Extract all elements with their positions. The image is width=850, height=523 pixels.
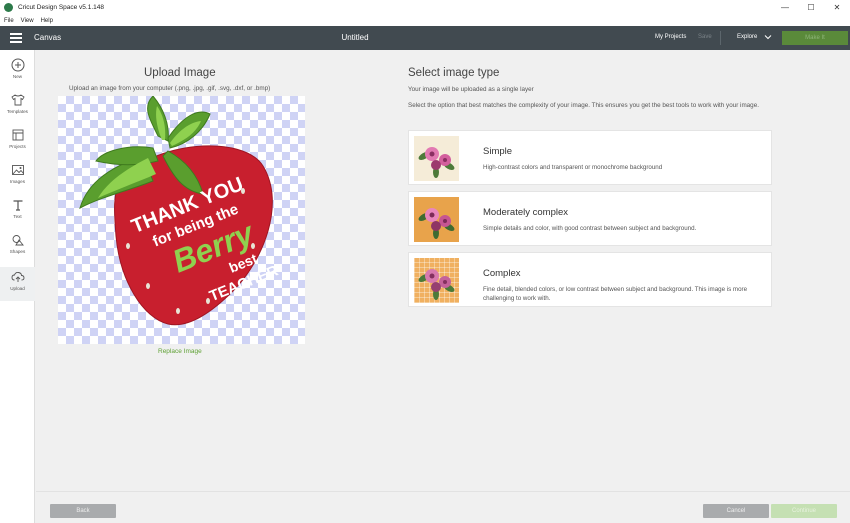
- close-button[interactable]: ✕: [824, 0, 850, 15]
- shapes-icon: [12, 235, 24, 246]
- sidebar-item-label: Text: [13, 214, 22, 219]
- sidebar-item-images[interactable]: Images: [0, 160, 35, 194]
- strawberry-artwork: THANK YOU for being the Berry best TEACH…: [79, 96, 281, 326]
- sidebar-item-upload[interactable]: Upload: [0, 267, 35, 301]
- window-title-bar: Cricut Design Space v5.1.148 — ☐ ✕: [0, 0, 850, 15]
- sidebar-item-label: Projects: [9, 144, 26, 149]
- option-simple[interactable]: Simple High-contrast colors and transpar…: [408, 130, 772, 185]
- projects-icon: [12, 129, 23, 141]
- header-divider: [720, 31, 721, 45]
- left-sidebar: New Templates Projects Images Text Shape…: [0, 50, 35, 523]
- option-title: Moderately complex: [483, 207, 569, 218]
- document-title[interactable]: Untitled: [0, 33, 710, 42]
- upload-title: Upload Image: [144, 67, 216, 79]
- sidebar-item-label: Images: [9, 179, 26, 184]
- moderate-thumbnail: [414, 197, 459, 242]
- simple-thumbnail: [414, 136, 459, 181]
- plus-circle-icon: [11, 58, 24, 72]
- sidebar-item-text[interactable]: Text: [0, 195, 35, 229]
- image-type-title: Select image type: [408, 67, 500, 79]
- option-description: Fine detail, blended colors, or low cont…: [483, 286, 748, 302]
- app-logo-icon: [4, 3, 13, 12]
- sidebar-item-label: Shapes: [9, 249, 26, 254]
- replace-image-link[interactable]: Replace Image: [158, 348, 202, 355]
- sidebar-item-shapes[interactable]: Shapes: [0, 230, 35, 264]
- flower-icon: [418, 147, 455, 178]
- option-description: High-contrast colors and transparent or …: [483, 164, 663, 171]
- option-title: Simple: [483, 146, 513, 157]
- cancel-button[interactable]: Cancel: [703, 504, 769, 518]
- flower-icon: [418, 269, 455, 300]
- sidebar-item-templates[interactable]: Templates: [0, 90, 35, 124]
- option-title: Complex: [483, 268, 521, 279]
- chevron-down-icon[interactable]: [764, 33, 772, 43]
- menu-file[interactable]: File: [4, 18, 14, 24]
- option-complex[interactable]: Complex Fine detail, blended colors, or …: [408, 252, 772, 307]
- menu-help[interactable]: Help: [41, 18, 53, 24]
- image-type-description: Select the option that best matches the …: [408, 102, 759, 109]
- save-link[interactable]: Save: [698, 34, 712, 40]
- upload-subtitle: Upload an image from your computer (.png…: [69, 85, 271, 92]
- option-description: Simple details and color, with good cont…: [483, 225, 697, 232]
- single-layer-note: Your image will be uploaded as a single …: [408, 86, 534, 93]
- maximize-button[interactable]: ☐: [798, 0, 824, 15]
- explore-menu[interactable]: Explore: [737, 34, 757, 40]
- shirt-icon: [10, 94, 25, 106]
- window-title: Cricut Design Space v5.1.148: [18, 4, 104, 11]
- image-preview: THANK YOU for being the Berry best TEACH…: [58, 96, 305, 344]
- my-projects-link[interactable]: My Projects: [655, 34, 686, 40]
- text-icon: [13, 200, 22, 211]
- back-button[interactable]: Back: [50, 504, 116, 518]
- footer-bar: Back Cancel Continue: [36, 491, 850, 523]
- make-it-button[interactable]: Make It: [782, 31, 848, 45]
- sidebar-item-label: Upload: [10, 286, 25, 291]
- app-header: Canvas Untitled My Projects Save Explore…: [0, 26, 850, 50]
- sidebar-item-projects[interactable]: Projects: [0, 125, 35, 159]
- menu-bar: File View Help: [0, 15, 850, 26]
- upload-icon: [11, 271, 24, 282]
- sidebar-item-label: New: [12, 74, 23, 79]
- flower-icon: [418, 208, 455, 239]
- option-moderately-complex[interactable]: Moderately complex Simple details and co…: [408, 191, 772, 246]
- sidebar-item-label: Templates: [7, 109, 28, 114]
- complex-thumbnail: [414, 258, 459, 303]
- menu-view[interactable]: View: [21, 18, 34, 24]
- image-icon: [11, 165, 24, 175]
- window-controls: — ☐ ✕: [772, 0, 850, 15]
- continue-button[interactable]: Continue: [771, 504, 837, 518]
- sidebar-item-new[interactable]: New: [0, 55, 35, 89]
- minimize-button[interactable]: —: [772, 0, 798, 15]
